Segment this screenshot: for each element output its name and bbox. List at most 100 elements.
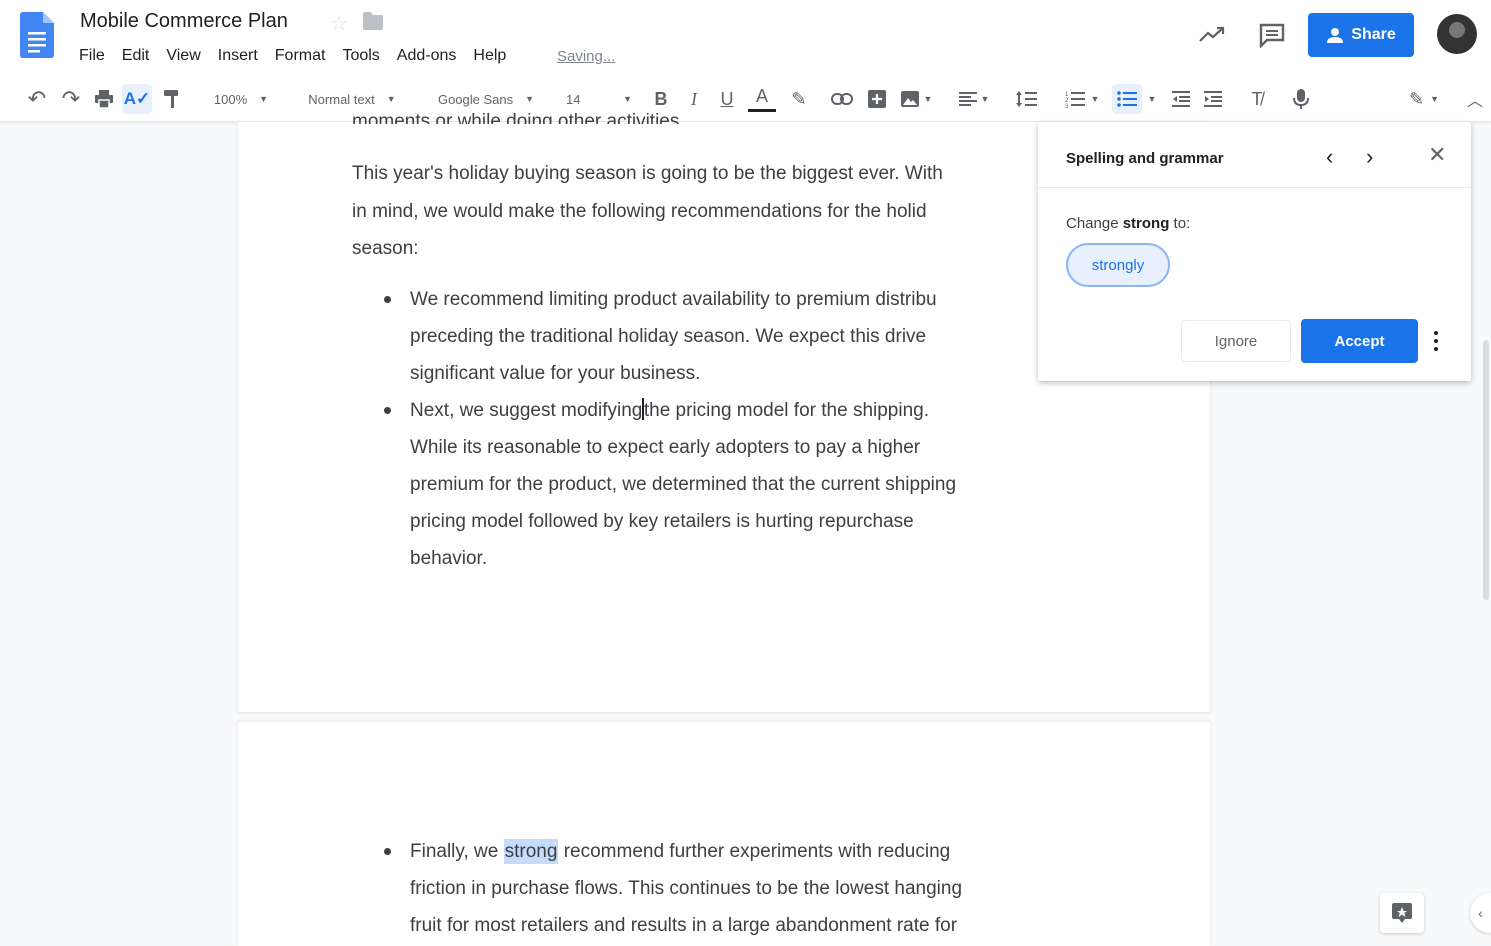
star-icon[interactable]: ☆ xyxy=(330,11,348,36)
saving-status[interactable]: Saving... xyxy=(557,48,615,65)
clear-formatting-icon[interactable]: T̸ xyxy=(1244,84,1270,114)
chevron-down-icon: ▼ xyxy=(923,94,933,104)
voice-typing-icon[interactable] xyxy=(1288,84,1314,114)
menu-view[interactable]: View xyxy=(166,47,200,65)
text-line: We recommend limiting product availabili… xyxy=(410,289,937,310)
chevron-down-icon: ▼ xyxy=(623,94,632,104)
menu-help[interactable]: Help xyxy=(473,47,506,65)
paint-format-icon[interactable] xyxy=(160,84,184,114)
prompt-prefix: Change xyxy=(1066,215,1123,232)
formatting-toolbar: ↶ ↷ A✓ 100% ▼ Normal text ▼ Google Sans ▼ 1… xyxy=(0,76,1491,122)
bulleted-list-icon[interactable] xyxy=(1112,84,1142,114)
text-line: significant value for your business. xyxy=(410,363,701,384)
text-line: Finally, we strong recommend further exp… xyxy=(410,833,962,870)
person-add-icon xyxy=(1327,28,1344,43)
chevron-left-icon[interactable]: ‹ xyxy=(1326,144,1333,170)
header: Mobile Commerce Plan ☆ File Edit View In… xyxy=(0,0,1491,76)
text-line: pricing model followed by key retailers … xyxy=(410,511,914,532)
text-line: friction in purchase flows. This continu… xyxy=(410,878,963,899)
explore-icon xyxy=(1392,903,1412,923)
menu-insert[interactable]: Insert xyxy=(218,47,258,65)
suggestion-chip[interactable]: strongly xyxy=(1066,243,1170,287)
accept-button[interactable]: Accept xyxy=(1301,319,1418,363)
list-item[interactable]: Finally, we strong recommend further exp… xyxy=(383,833,963,944)
misspelled-word-highlight[interactable]: strong xyxy=(503,839,559,864)
text-line: Next, we suggest modifyingthe pricing mo… xyxy=(410,392,956,429)
text-segment: Next, we suggest modifying xyxy=(410,400,643,421)
link-icon[interactable] xyxy=(828,84,856,114)
partial-text-line: moments or while doing other activities. xyxy=(352,111,685,124)
chevron-down-icon: ▼ xyxy=(386,94,396,104)
menu-addons[interactable]: Add-ons xyxy=(397,47,457,65)
decrease-indent-icon[interactable] xyxy=(1168,84,1194,114)
text-segment: Finally, we xyxy=(410,841,504,862)
explore-button[interactable] xyxy=(1380,893,1424,933)
add-comment-icon[interactable] xyxy=(864,84,890,114)
folder-icon[interactable] xyxy=(363,12,383,30)
chevron-down-icon: ▼ xyxy=(980,94,990,104)
spelling-grammar-panel: Spelling and grammar ‹ › ✕ Change strong… xyxy=(1038,122,1471,381)
text-line: fruit for most retailers and results in … xyxy=(410,915,958,936)
bullet-list-1[interactable]: We recommend limiting product availabili… xyxy=(383,281,957,577)
document-title[interactable]: Mobile Commerce Plan xyxy=(80,10,288,33)
docs-logo-icon[interactable] xyxy=(20,12,54,58)
svg-text:3: 3 xyxy=(1065,104,1069,108)
divider xyxy=(1038,187,1471,188)
line-spacing-icon[interactable] xyxy=(1012,84,1040,114)
list-item[interactable]: Next, we suggest modifyingthe pricing mo… xyxy=(383,392,957,577)
align-left-icon[interactable]: ▼ xyxy=(954,84,994,114)
side-panel-chevron-left-icon[interactable]: ‹ xyxy=(1470,893,1491,933)
suggestion-prompt: Change strong to: xyxy=(1066,215,1190,232)
menu-file[interactable]: File xyxy=(79,47,105,65)
text-color-icon[interactable]: A xyxy=(748,84,776,112)
text-line: This year's holiday buying season is goi… xyxy=(352,163,943,184)
text-line: in mind, we would make the following rec… xyxy=(352,200,927,222)
redo-icon[interactable]: ↷ xyxy=(58,84,84,114)
text-line: preceding the traditional holiday season… xyxy=(410,326,927,347)
numbered-list-icon[interactable]: 1 2 3 ▼ xyxy=(1058,84,1106,114)
share-label: Share xyxy=(1351,26,1396,43)
text-line: season: xyxy=(352,238,419,259)
scrollbar[interactable] xyxy=(1483,340,1489,600)
close-icon[interactable]: ✕ xyxy=(1428,142,1446,168)
menu-bar: File Edit View Insert Format Tools Add-o… xyxy=(79,47,523,65)
menu-tools[interactable]: Tools xyxy=(342,47,379,65)
highlight-pen-icon[interactable]: ✎ xyxy=(786,84,812,114)
print-icon[interactable] xyxy=(92,84,116,114)
undo-icon[interactable]: ↶ xyxy=(24,84,50,114)
bullet-list-2[interactable]: Finally, we strong recommend further exp… xyxy=(383,833,963,944)
text-line: behavior. xyxy=(410,548,488,569)
spelling-panel-title: Spelling and grammar xyxy=(1066,150,1224,167)
text-line: While its reasonable to expect early ado… xyxy=(410,437,921,458)
text-line: premium for the product, we determined t… xyxy=(410,474,957,495)
insert-image-icon[interactable]: ▼ xyxy=(896,84,936,114)
chevron-down-icon: ▼ xyxy=(525,94,535,104)
menu-format[interactable]: Format xyxy=(275,47,326,65)
comment-icon[interactable] xyxy=(1258,22,1286,48)
list-item[interactable]: We recommend limiting product availabili… xyxy=(383,281,956,392)
spellcheck-icon[interactable]: A✓ xyxy=(122,84,152,114)
chevron-right-icon[interactable]: › xyxy=(1366,144,1373,170)
increase-indent-icon[interactable] xyxy=(1200,84,1226,114)
underline-icon[interactable]: U xyxy=(716,84,738,114)
font-value: Google Sans xyxy=(437,91,514,107)
ignore-button[interactable]: Ignore xyxy=(1181,320,1291,362)
chevron-down-icon: ▼ xyxy=(1090,94,1100,104)
collapse-menus-chevron-up-icon[interactable]: ︿ xyxy=(1462,84,1488,114)
avatar[interactable] xyxy=(1437,14,1477,54)
text-segment: recommend further experiments with reduc… xyxy=(558,841,951,862)
prompt-word: strong xyxy=(1122,215,1170,232)
menu-edit[interactable]: Edit xyxy=(122,47,150,65)
share-button[interactable]: Share xyxy=(1308,13,1414,57)
more-vert-icon[interactable] xyxy=(1434,329,1438,353)
italic-icon[interactable]: I xyxy=(683,84,705,114)
zoom-value: 100% xyxy=(213,91,248,107)
activity-trend-icon[interactable] xyxy=(1198,23,1226,47)
text-segment: the pricing model for the shipping. xyxy=(643,400,930,421)
intro-paragraph[interactable]: This year's holiday buying season is goi… xyxy=(352,155,1042,268)
prompt-suffix: to: xyxy=(1169,215,1191,232)
style-value: Normal text xyxy=(308,91,375,107)
zoom-select[interactable]: 100% ▼ xyxy=(206,84,276,114)
bullet-options-chevron-down-icon[interactable]: ▼ xyxy=(1144,84,1160,114)
editing-mode-pencil-icon[interactable]: ✎ ▼ xyxy=(1404,84,1444,114)
